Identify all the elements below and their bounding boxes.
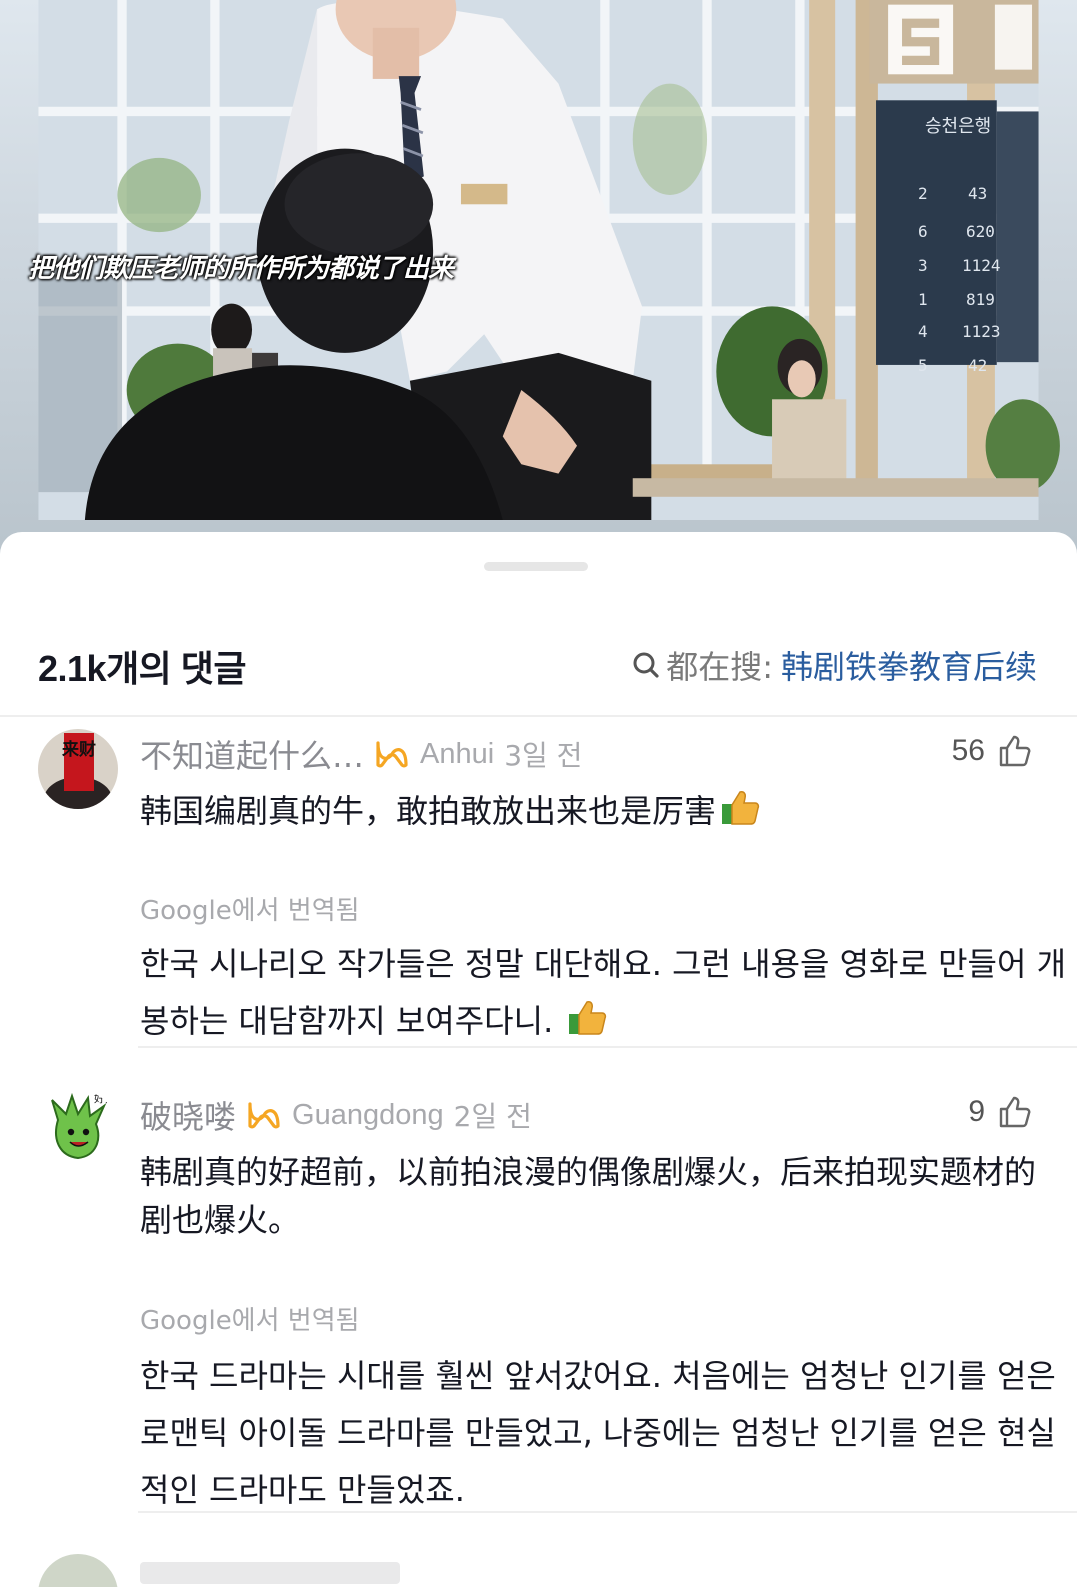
like-count: 56 xyxy=(951,734,985,767)
comment-translation: 한국 드라마는 시대를 훨씬 앞서갔어요. 처음에는 엄청난 인기를 얻은 로맨… xyxy=(140,1357,1056,1509)
comment-region: Guangdong xyxy=(292,1098,444,1131)
comment-meta: 不知道起什么… Anhui 3일 전 xyxy=(140,731,582,777)
board-row-right-1: 43 xyxy=(968,184,988,203)
comments-sheet: 2.1k개의 댓글 都在搜: 韩剧铁拳教育后续 来财 不知道起什么… Anhui… xyxy=(0,532,1077,1587)
comment-username[interactable]: 破晓喽 xyxy=(140,1092,236,1138)
like-button[interactable]: 9 xyxy=(968,1094,1033,1130)
comment-text: 韩剧真的好超前，以前拍浪漫的偶像剧爆火，后来拍现实题材的剧也爆火。 xyxy=(140,1153,1037,1239)
search-icon xyxy=(633,652,659,678)
search-prefix: 都在搜: xyxy=(666,648,773,686)
comment-username-placeholder xyxy=(140,1562,400,1584)
avatar-caption: 好开心 xyxy=(94,1091,118,1105)
translated-by-label: Google에서 번역됨 xyxy=(140,896,360,926)
infinity-badge-icon xyxy=(248,1102,280,1129)
board-title: 승천은행 xyxy=(925,116,992,137)
board-row-left-4: 1 xyxy=(918,290,928,309)
comment-time: 2일 전 xyxy=(453,1100,532,1133)
avatar-image: 来财 xyxy=(38,729,118,809)
comment-meta: 破晓喽 Guangdong 2일 전 xyxy=(140,1092,532,1138)
video-player[interactable]: 把他们欺压老师的所作所为都说了出来 승천은행 2 43 6 620 3 1124… xyxy=(0,0,1077,560)
infinity-badge-icon xyxy=(376,741,408,768)
thumbs-up-icon xyxy=(999,735,1031,767)
board-row-right-4: 819 xyxy=(966,290,995,309)
board-row-left-2: 6 xyxy=(918,222,928,241)
board-row-left-1: 2 xyxy=(918,184,928,203)
avatar[interactable]: 好开心 xyxy=(38,1090,118,1170)
comment-region: Anhui xyxy=(420,737,495,770)
sheet-drag-handle[interactable] xyxy=(484,562,588,571)
comment-item-partial xyxy=(0,1554,1077,1587)
comment-item: 来财 不知道起什么… Anhui 3일 전 56 韩国编剧真的牛，敢拍敢放出来也… xyxy=(0,729,1077,1049)
board-row-left-6: 5 xyxy=(918,356,928,375)
avatar-glyph-1: 来财 xyxy=(61,739,96,760)
comment-translation: 한국 시나리오 작가들은 정말 대단해요. 그런 내용을 영화로 만들어 개봉하… xyxy=(140,936,1070,1050)
comment-divider xyxy=(138,1046,1077,1048)
board-row-left-5: 4 xyxy=(918,322,928,341)
trending-search-link[interactable]: 都在搜: 韩剧铁拳教育后续 xyxy=(632,642,1037,688)
board-row-left-3: 3 xyxy=(918,256,928,275)
thumbs-up-icon xyxy=(999,1096,1031,1128)
thumbs-up-emoji-icon xyxy=(569,1001,607,1035)
search-term[interactable]: 韩剧铁拳教育后续 xyxy=(781,642,1037,688)
avatar[interactable]: 来财 xyxy=(38,729,118,809)
comment-divider xyxy=(138,1511,1077,1513)
comment-text-content: 韩国编剧真的牛，敢拍敢放出来也是厉害 xyxy=(140,792,717,830)
like-count: 9 xyxy=(968,1095,985,1128)
avatar-image: 好开心 xyxy=(38,1090,118,1170)
comment-time: 3일 전 xyxy=(504,739,583,772)
board-row-right-3: 1124 xyxy=(962,256,1001,275)
board-row-right-2: 620 xyxy=(966,222,995,241)
comment-text: 韩国编剧真的牛，敢拍敢放出来也是厉害 xyxy=(140,787,1040,835)
like-button[interactable]: 56 xyxy=(952,733,1033,769)
comment-username[interactable]: 不知道起什么… xyxy=(140,731,364,777)
video-subtitle: 把他们欺压老师的所作所为都说了出来 xyxy=(28,254,454,284)
board-row-right-5: 1123 xyxy=(962,322,1001,341)
header-divider xyxy=(0,715,1077,717)
translated-by-label: Google에서 번역됨 xyxy=(140,1306,360,1336)
comment-count: 2.1k개의 댓글 xyxy=(38,648,247,689)
board-row-right-6: 42 xyxy=(968,356,988,375)
thumbs-up-emoji-icon xyxy=(722,791,760,825)
comment-item: 好开心 破晓喽 Guangdong 2일 전 9 韩剧真的好超前，以前拍浪漫的偶… xyxy=(0,1090,1077,1510)
avatar[interactable] xyxy=(38,1554,118,1587)
